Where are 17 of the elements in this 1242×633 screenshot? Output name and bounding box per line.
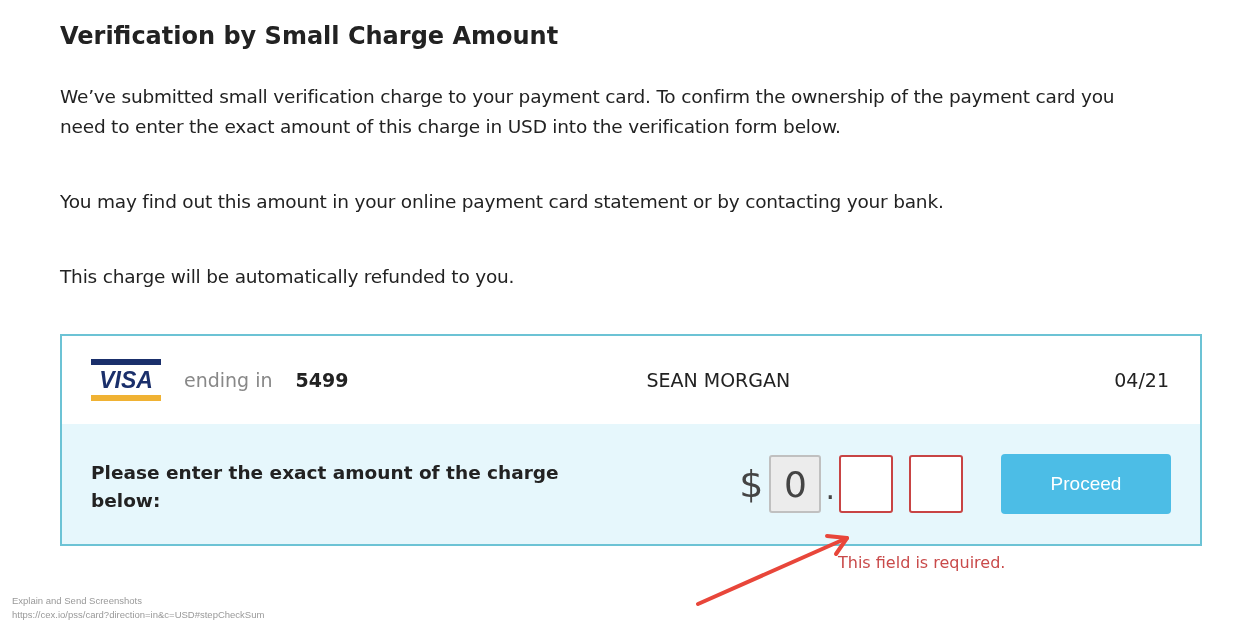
paragraph: This charge will be automatically refunded to you. [60,265,516,289]
caption-text: Explain and Send Screenshots [12,594,143,608]
currency-symbol: $ [739,462,764,506]
digit-field[interactable] [839,455,893,513]
ending-label: ending in [184,369,273,391]
page-heading: Verification by Small Charge Amount [60,21,560,52]
paragraph: We’ve submitted small verification charge to your payment card. To confirm the ownership of the payment card you need to enter the exact amount of this charge in USD into the verification form below. [60,85,1116,139]
form-prompt: Please enter the exact amount of the charge below: [91,461,560,513]
card-expiry: 04/21 [1114,369,1169,391]
card-number: 5499 [295,369,349,391]
card-logo: VISA [91,359,161,401]
digit-field[interactable] [909,455,963,513]
paragraph: You may find out this amount in your online payment card statement or by contacting your bank. [60,190,945,214]
decimal-point: . [825,470,835,506]
error-message: This field is required. [838,553,1007,572]
card-holder: SEAN MORGAN [646,369,792,391]
caption-text: https://cex.io/pss/card?direction=in&c=USD#stepCheckSum [12,608,265,622]
